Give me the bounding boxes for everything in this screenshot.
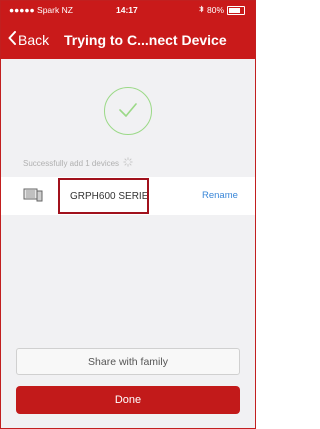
status-bar: ●●●●● Spark NZ 14:17 80% [1, 1, 255, 19]
main-content: Successfully add 1 devices GRPH600 SERIE… [1, 59, 255, 428]
chevron-left-icon [8, 31, 16, 48]
loading-spinner-icon [123, 157, 133, 169]
share-with-family-button[interactable]: Share with family [16, 348, 240, 375]
rename-link[interactable]: Rename [202, 190, 238, 201]
bluetooth-icon [199, 5, 204, 15]
success-message: Successfully add 1 devices [23, 157, 133, 169]
page-title: Trying to C...nect Device [64, 32, 227, 48]
device-name: GRPH600 SERIE... [58, 178, 149, 214]
done-button[interactable]: Done [16, 386, 240, 414]
success-check-icon [104, 87, 152, 135]
device-row: GRPH600 SERIE... Rename [1, 177, 255, 215]
nav-bar: Back Trying to C...nect Device [1, 19, 255, 59]
back-button[interactable]: Back [8, 31, 49, 48]
battery-icon [227, 5, 245, 15]
back-label: Back [18, 31, 50, 48]
clock: 14:17 [116, 5, 138, 15]
battery-status: 80% [199, 5, 245, 15]
carrier-label: ●●●●● Spark NZ [9, 5, 73, 15]
battery-percent: 80% [206, 5, 224, 15]
device-icon [23, 188, 43, 207]
success-message-text: Successfully add 1 devices [23, 158, 120, 168]
